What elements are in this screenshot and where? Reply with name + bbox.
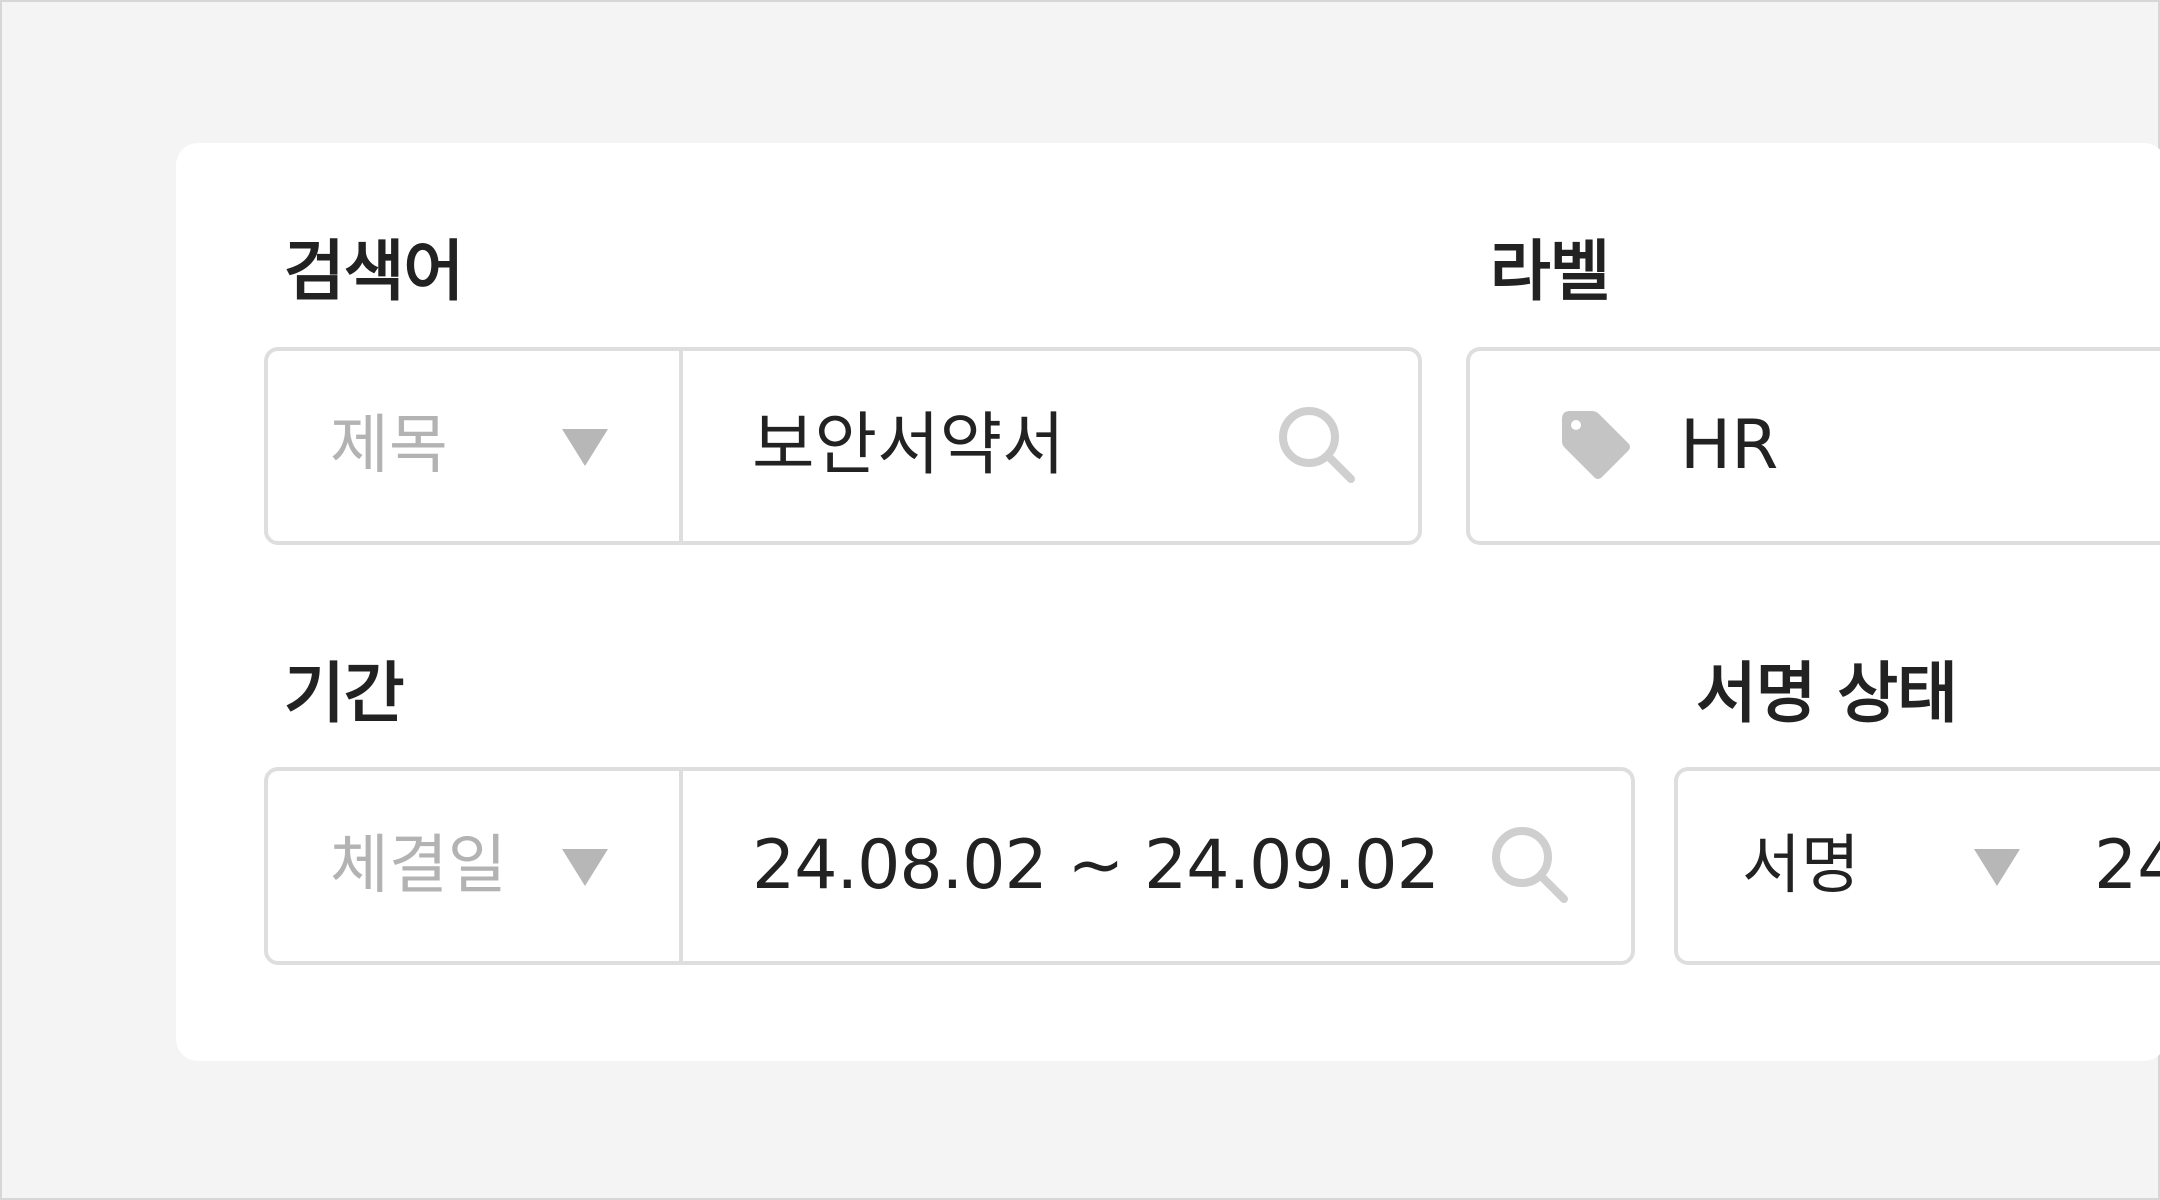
period-type-value: 체결일	[330, 829, 507, 903]
period-label: 기간	[284, 655, 404, 732]
label-select[interactable]: HR	[1466, 347, 2160, 545]
sign-status-select[interactable]: 서명	[1678, 771, 2058, 961]
search-field-group: 제목 보안서약서	[264, 347, 1422, 545]
tag-icon	[1562, 411, 1630, 479]
chevron-down-icon	[1974, 849, 2020, 886]
period-type-select[interactable]: 체결일	[268, 771, 683, 961]
date-range-input[interactable]: 24.08.02 ~ 24.09.02	[752, 832, 1440, 900]
search-type-select[interactable]: 제목	[268, 351, 683, 541]
chevron-down-icon	[562, 849, 608, 886]
search-input[interactable]: 보안서약서	[752, 412, 1065, 480]
search-filter-panel: 검색어 제목 보안서약서 라벨 HR 기간 체결일 24.08.02 ~ 24.…	[176, 143, 2160, 1061]
label-filter-label: 라벨	[1490, 233, 1610, 310]
search-icon[interactable]	[1275, 403, 1361, 489]
period-field-group: 체결일 24.08.02 ~ 24.09.02	[264, 767, 1635, 965]
sign-status-type-value: 서명	[1742, 829, 1860, 903]
chevron-down-icon	[562, 429, 608, 466]
search-type-value: 제목	[330, 409, 448, 483]
sign-status-field-group: 서명 24	[1674, 767, 2160, 965]
search-icon[interactable]	[1488, 823, 1574, 909]
sign-status-value[interactable]: 24	[2094, 832, 2160, 900]
search-label: 검색어	[284, 233, 464, 310]
label-value: HR	[1680, 406, 1779, 485]
sign-status-label: 서명 상태	[1696, 655, 1958, 732]
